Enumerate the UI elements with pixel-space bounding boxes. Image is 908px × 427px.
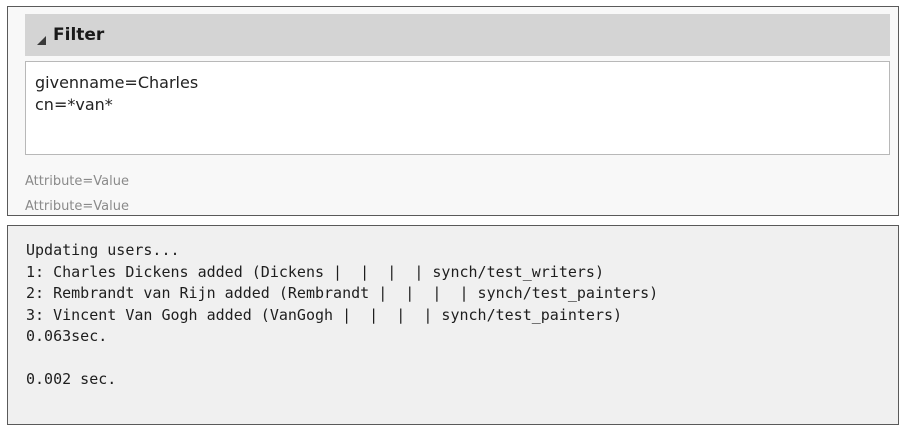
console-line: Updating users... bbox=[26, 241, 180, 259]
console-line: 1: Charles Dickens added (Dickens | | | … bbox=[26, 262, 604, 281]
filter-panel: Filter givenname=Charles cn=*van* Attrib… bbox=[7, 6, 899, 216]
filter-section-header[interactable]: Filter bbox=[25, 14, 890, 56]
filter-input[interactable]: givenname=Charles cn=*van* bbox=[25, 61, 890, 155]
filter-title: Filter bbox=[53, 25, 105, 45]
filter-line: cn=*van* bbox=[35, 95, 113, 114]
console-output: Updating users... 1: Charles Dickens add… bbox=[7, 225, 899, 425]
console-line: 0.063sec. bbox=[26, 327, 108, 345]
collapse-triangle-icon[interactable] bbox=[36, 31, 47, 45]
filter-hint: Attribute=Value bbox=[25, 174, 129, 189]
console-line: 2: Rembrandt van Rijn added (Rembrandt |… bbox=[26, 284, 659, 302]
console-line: 3: Vincent Van Gogh added (VanGogh | | |… bbox=[26, 305, 623, 324]
filter-line: givenname=Charles bbox=[35, 73, 199, 92]
filter-hint: Attribute=Value bbox=[25, 199, 129, 214]
console-line: 0.002 sec. bbox=[26, 370, 117, 388]
